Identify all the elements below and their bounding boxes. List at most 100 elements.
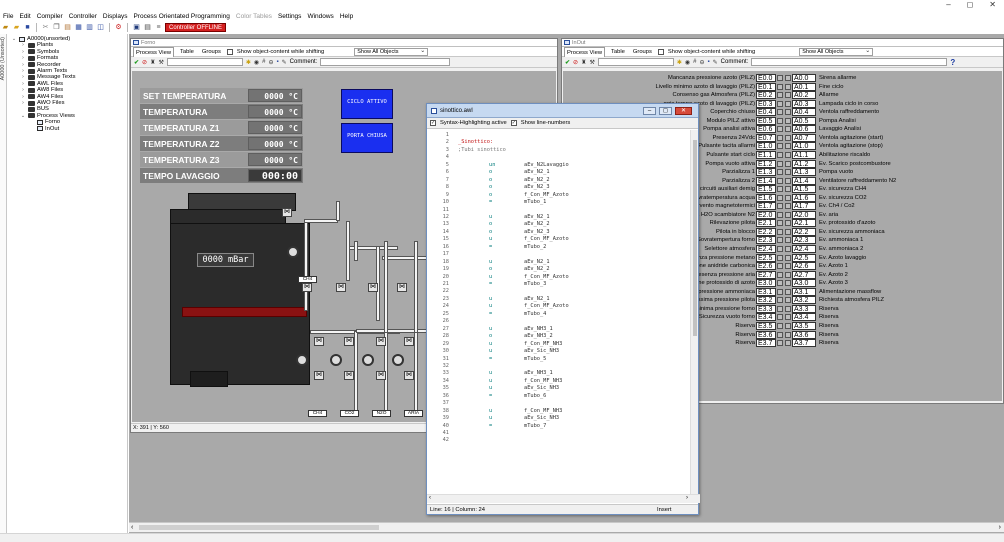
chevron-right-icon[interactable]: › (20, 100, 26, 106)
tree-item[interactable]: › AW4 Files (20, 94, 63, 100)
menu-edit[interactable]: Edit (16, 13, 33, 20)
chevron-right-icon[interactable]: › (20, 55, 26, 61)
input-address[interactable]: E0.6 (756, 125, 776, 134)
output-address[interactable]: A1.1 (792, 150, 816, 159)
paint-icon[interactable]: ✎ (713, 59, 718, 66)
menu-process-programming[interactable]: Process Orientated Programming (130, 13, 232, 20)
input-address[interactable]: E2.0 (756, 210, 776, 219)
tree-item[interactable]: › AWO Files (20, 100, 64, 106)
editor-vertical-scrollbar[interactable] (690, 130, 698, 494)
check-icon[interactable]: ✔ (565, 59, 570, 66)
menu-settings[interactable]: Settings (275, 13, 305, 20)
chevron-down-icon[interactable]: ⌄ (11, 36, 17, 42)
scroll-thumb[interactable] (693, 140, 697, 336)
editor-maximize-button[interactable]: ◻ (659, 106, 672, 115)
valve-icon[interactable]: ⋈ (404, 371, 414, 380)
list-icon[interactable]: ≡ (154, 23, 163, 32)
scroll-thumb[interactable] (139, 525, 379, 530)
input-address[interactable]: E0.2 (756, 91, 776, 100)
grid-toggle-icon[interactable]: # (262, 59, 265, 65)
output-address[interactable]: A1.6 (792, 193, 816, 202)
maximize-button[interactable]: ◻ (967, 0, 974, 10)
tab-groups[interactable]: Groups (200, 47, 223, 57)
input-address[interactable]: E2.3 (756, 236, 776, 245)
temp-value[interactable]: 0000 °C (248, 137, 302, 150)
input-address[interactable]: E0.4 (756, 108, 776, 117)
output-address[interactable]: A2.2 (792, 227, 816, 236)
tab-table[interactable]: Table (609, 47, 627, 57)
input-address[interactable]: E3.0 (756, 279, 776, 288)
chevron-right-icon[interactable]: › (20, 87, 26, 93)
tree-item[interactable]: InOut (29, 126, 59, 132)
input-address[interactable]: E2.4 (756, 245, 776, 253)
save-icon[interactable]: ■ (23, 23, 32, 32)
target-icon[interactable]: ◉ (254, 59, 259, 66)
input-address[interactable]: E3.6 (756, 330, 776, 339)
bell-icon[interactable]: ♜ (581, 59, 586, 66)
grid-icon[interactable]: ▥ (85, 23, 94, 32)
menu-controller[interactable]: Controller (66, 13, 100, 20)
tree-item[interactable]: ⌄ A0000(unsorted) (11, 36, 70, 42)
menu-file[interactable]: File (0, 13, 16, 20)
output-address[interactable]: A0.4 (792, 108, 816, 117)
input-address[interactable]: E2.1 (756, 219, 776, 228)
help-icon[interactable]: ? (950, 58, 955, 67)
input-address[interactable]: E0.1 (756, 82, 776, 91)
stop-icon[interactable]: ⊘ (142, 59, 147, 66)
tree-item[interactable]: › AWL Files (20, 81, 63, 87)
input-address[interactable]: E1.2 (756, 159, 776, 168)
output-address[interactable]: A0.1 (792, 82, 816, 91)
output-address[interactable]: A3.5 (792, 321, 816, 330)
open-folder-icon[interactable]: ▰ (12, 23, 21, 32)
link-icon[interactable]: ⊖ (699, 59, 704, 66)
chevron-right-icon[interactable]: › (20, 42, 26, 48)
input-address[interactable]: E2.6 (756, 262, 776, 271)
valve-icon[interactable]: ⋈ (314, 337, 324, 346)
check-icon[interactable]: ✔ (134, 59, 139, 66)
show-content-checkbox[interactable] (657, 48, 664, 55)
tab-table[interactable]: Table (178, 47, 196, 57)
syntax-highlight-checkbox[interactable] (430, 120, 436, 126)
tree-item[interactable]: › AW8 Files (20, 87, 63, 93)
comment-input[interactable] (751, 58, 948, 66)
input-address[interactable]: E3.2 (756, 296, 776, 305)
porta-chiusa-button[interactable]: PORTA CHIUSA (341, 123, 393, 153)
tree-item[interactable]: Forno (29, 119, 60, 125)
controller-icon[interactable]: ⚙ (114, 23, 123, 32)
editor-title-bar[interactable]: sinottico.awl – ◻ ✕ (427, 104, 698, 118)
valve-icon[interactable]: ⋈ (376, 337, 386, 346)
valve-icon[interactable]: ⋈ (344, 371, 354, 380)
close-button[interactable]: ✕ (989, 0, 996, 10)
view-icon[interactable]: ▤ (143, 23, 152, 32)
tree-item[interactable]: › Symbols (20, 49, 59, 55)
output-address[interactable]: A0.5 (792, 116, 816, 125)
star-icon[interactable]: ✱ (246, 59, 251, 66)
code-editor[interactable]: 1 2 _Sinottico: 3 ;Tubi sinottico 4 5 un aEv_N2L… (427, 130, 691, 494)
input-address[interactable]: E1.4 (756, 176, 776, 185)
new-file-icon[interactable]: ▰ (1, 23, 10, 32)
target-icon[interactable]: ◉ (685, 59, 690, 66)
input-address[interactable]: E0.0 (756, 74, 776, 82)
input-address[interactable]: E2.5 (756, 253, 776, 262)
line-numbers-checkbox[interactable] (510, 120, 517, 126)
cut-icon[interactable]: ✂ (41, 23, 50, 32)
comment-input[interactable] (320, 58, 451, 66)
valve-icon[interactable]: ⋈ (344, 337, 354, 346)
output-address[interactable]: A3.4 (792, 313, 816, 322)
window-icon[interactable]: ◫ (96, 23, 105, 32)
scroll-right-icon[interactable]: › (999, 523, 1001, 532)
scroll-left-icon[interactable]: ‹ (429, 495, 431, 501)
save-view-icon[interactable]: ▪ (708, 59, 710, 65)
input-address[interactable]: E3.4 (756, 313, 776, 322)
editor-close-button[interactable]: ✕ (675, 106, 692, 115)
output-address[interactable]: A3.7 (792, 339, 816, 348)
output-address[interactable]: A2.0 (792, 210, 816, 219)
input-address[interactable]: E1.6 (756, 193, 776, 202)
tree-item[interactable]: › Alarm Texts (20, 68, 67, 74)
tools-icon[interactable]: ⚒ (589, 59, 594, 66)
output-address[interactable]: A1.7 (792, 202, 816, 211)
valve-icon[interactable]: ⋈ (376, 371, 386, 380)
chevron-right-icon[interactable]: › (20, 62, 26, 68)
input-address[interactable]: E1.1 (756, 150, 776, 159)
output-address[interactable]: A1.0 (792, 142, 816, 151)
